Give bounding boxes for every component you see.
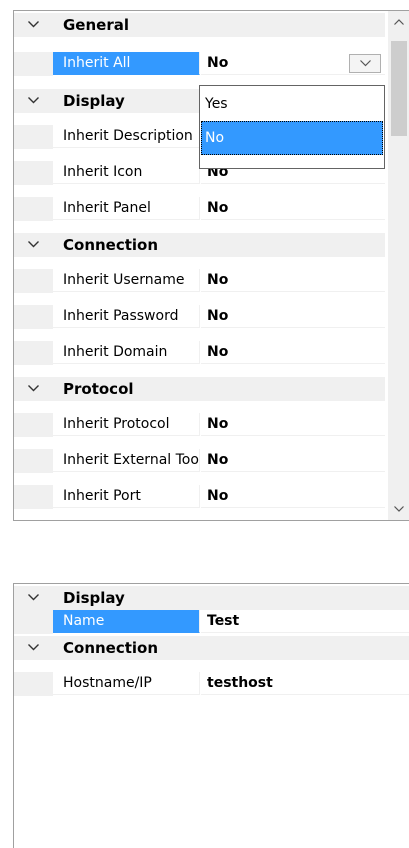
scroll-up-arrow-icon[interactable] <box>388 11 409 33</box>
category-label: Display <box>63 589 125 607</box>
scrollbar-thumb[interactable] <box>391 41 407 136</box>
property-name[interactable]: Inherit Username <box>53 269 200 292</box>
property-value[interactable]: testhost <box>201 672 409 695</box>
chevron-down-icon <box>359 60 371 67</box>
category-general[interactable]: General <box>14 13 385 37</box>
chevron-down-icon[interactable] <box>14 89 53 112</box>
vertical-scrollbar[interactable] <box>388 11 409 520</box>
property-value[interactable]: No <box>201 305 385 328</box>
inheritance-property-grid[interactable]: General Inherit All No Display Inherit D… <box>13 10 409 521</box>
property-name[interactable]: Inherit Port <box>53 485 200 508</box>
scroll-down-arrow-icon[interactable] <box>388 498 409 520</box>
property-value[interactable]: No <box>201 197 385 220</box>
property-name[interactable]: Inherit Password <box>53 305 200 328</box>
category-connection[interactable]: Connection <box>14 233 385 257</box>
properties-property-grid[interactable]: Display Name Test Connection Hostname/IP… <box>13 583 409 848</box>
property-name[interactable]: Inherit Protocol <box>53 413 200 436</box>
dropdown-option-no[interactable]: No <box>201 121 383 155</box>
property-value[interactable]: No <box>201 269 385 292</box>
inherit-all-dropdown-list[interactable]: Yes No <box>199 85 385 169</box>
property-name[interactable]: Hostname/IP <box>53 672 200 695</box>
chevron-down-icon[interactable] <box>14 586 53 609</box>
property-name[interactable]: Inherit All <box>53 52 200 75</box>
category-connection[interactable]: Connection <box>14 636 409 660</box>
property-value[interactable]: No <box>201 449 385 472</box>
category-label: Connection <box>63 639 159 657</box>
category-label: Connection <box>63 236 159 254</box>
dropdown-button[interactable] <box>349 54 381 73</box>
chevron-down-icon[interactable] <box>14 233 53 256</box>
property-name[interactable]: Inherit Icon <box>53 161 200 184</box>
category-label: General <box>63 16 129 34</box>
chevron-down-icon[interactable] <box>14 13 53 36</box>
property-value[interactable]: No <box>201 341 385 364</box>
property-value[interactable]: No <box>201 485 385 508</box>
property-value[interactable]: Test <box>201 610 409 633</box>
property-name[interactable]: Name <box>53 610 200 633</box>
property-name[interactable]: Inherit External Tool <box>53 449 200 472</box>
chevron-down-icon[interactable] <box>14 377 53 400</box>
property-name[interactable]: Inherit Description <box>53 125 200 148</box>
property-name[interactable]: Inherit Domain <box>53 341 200 364</box>
chevron-down-icon[interactable] <box>14 636 53 659</box>
property-value[interactable]: No <box>201 413 385 436</box>
property-name[interactable]: Inherit Panel <box>53 197 200 220</box>
category-label: Display <box>63 92 125 110</box>
dropdown-option-yes[interactable]: Yes <box>201 87 383 121</box>
category-protocol[interactable]: Protocol <box>14 377 385 401</box>
category-label: Protocol <box>63 380 134 398</box>
category-display[interactable]: Display <box>14 586 409 610</box>
